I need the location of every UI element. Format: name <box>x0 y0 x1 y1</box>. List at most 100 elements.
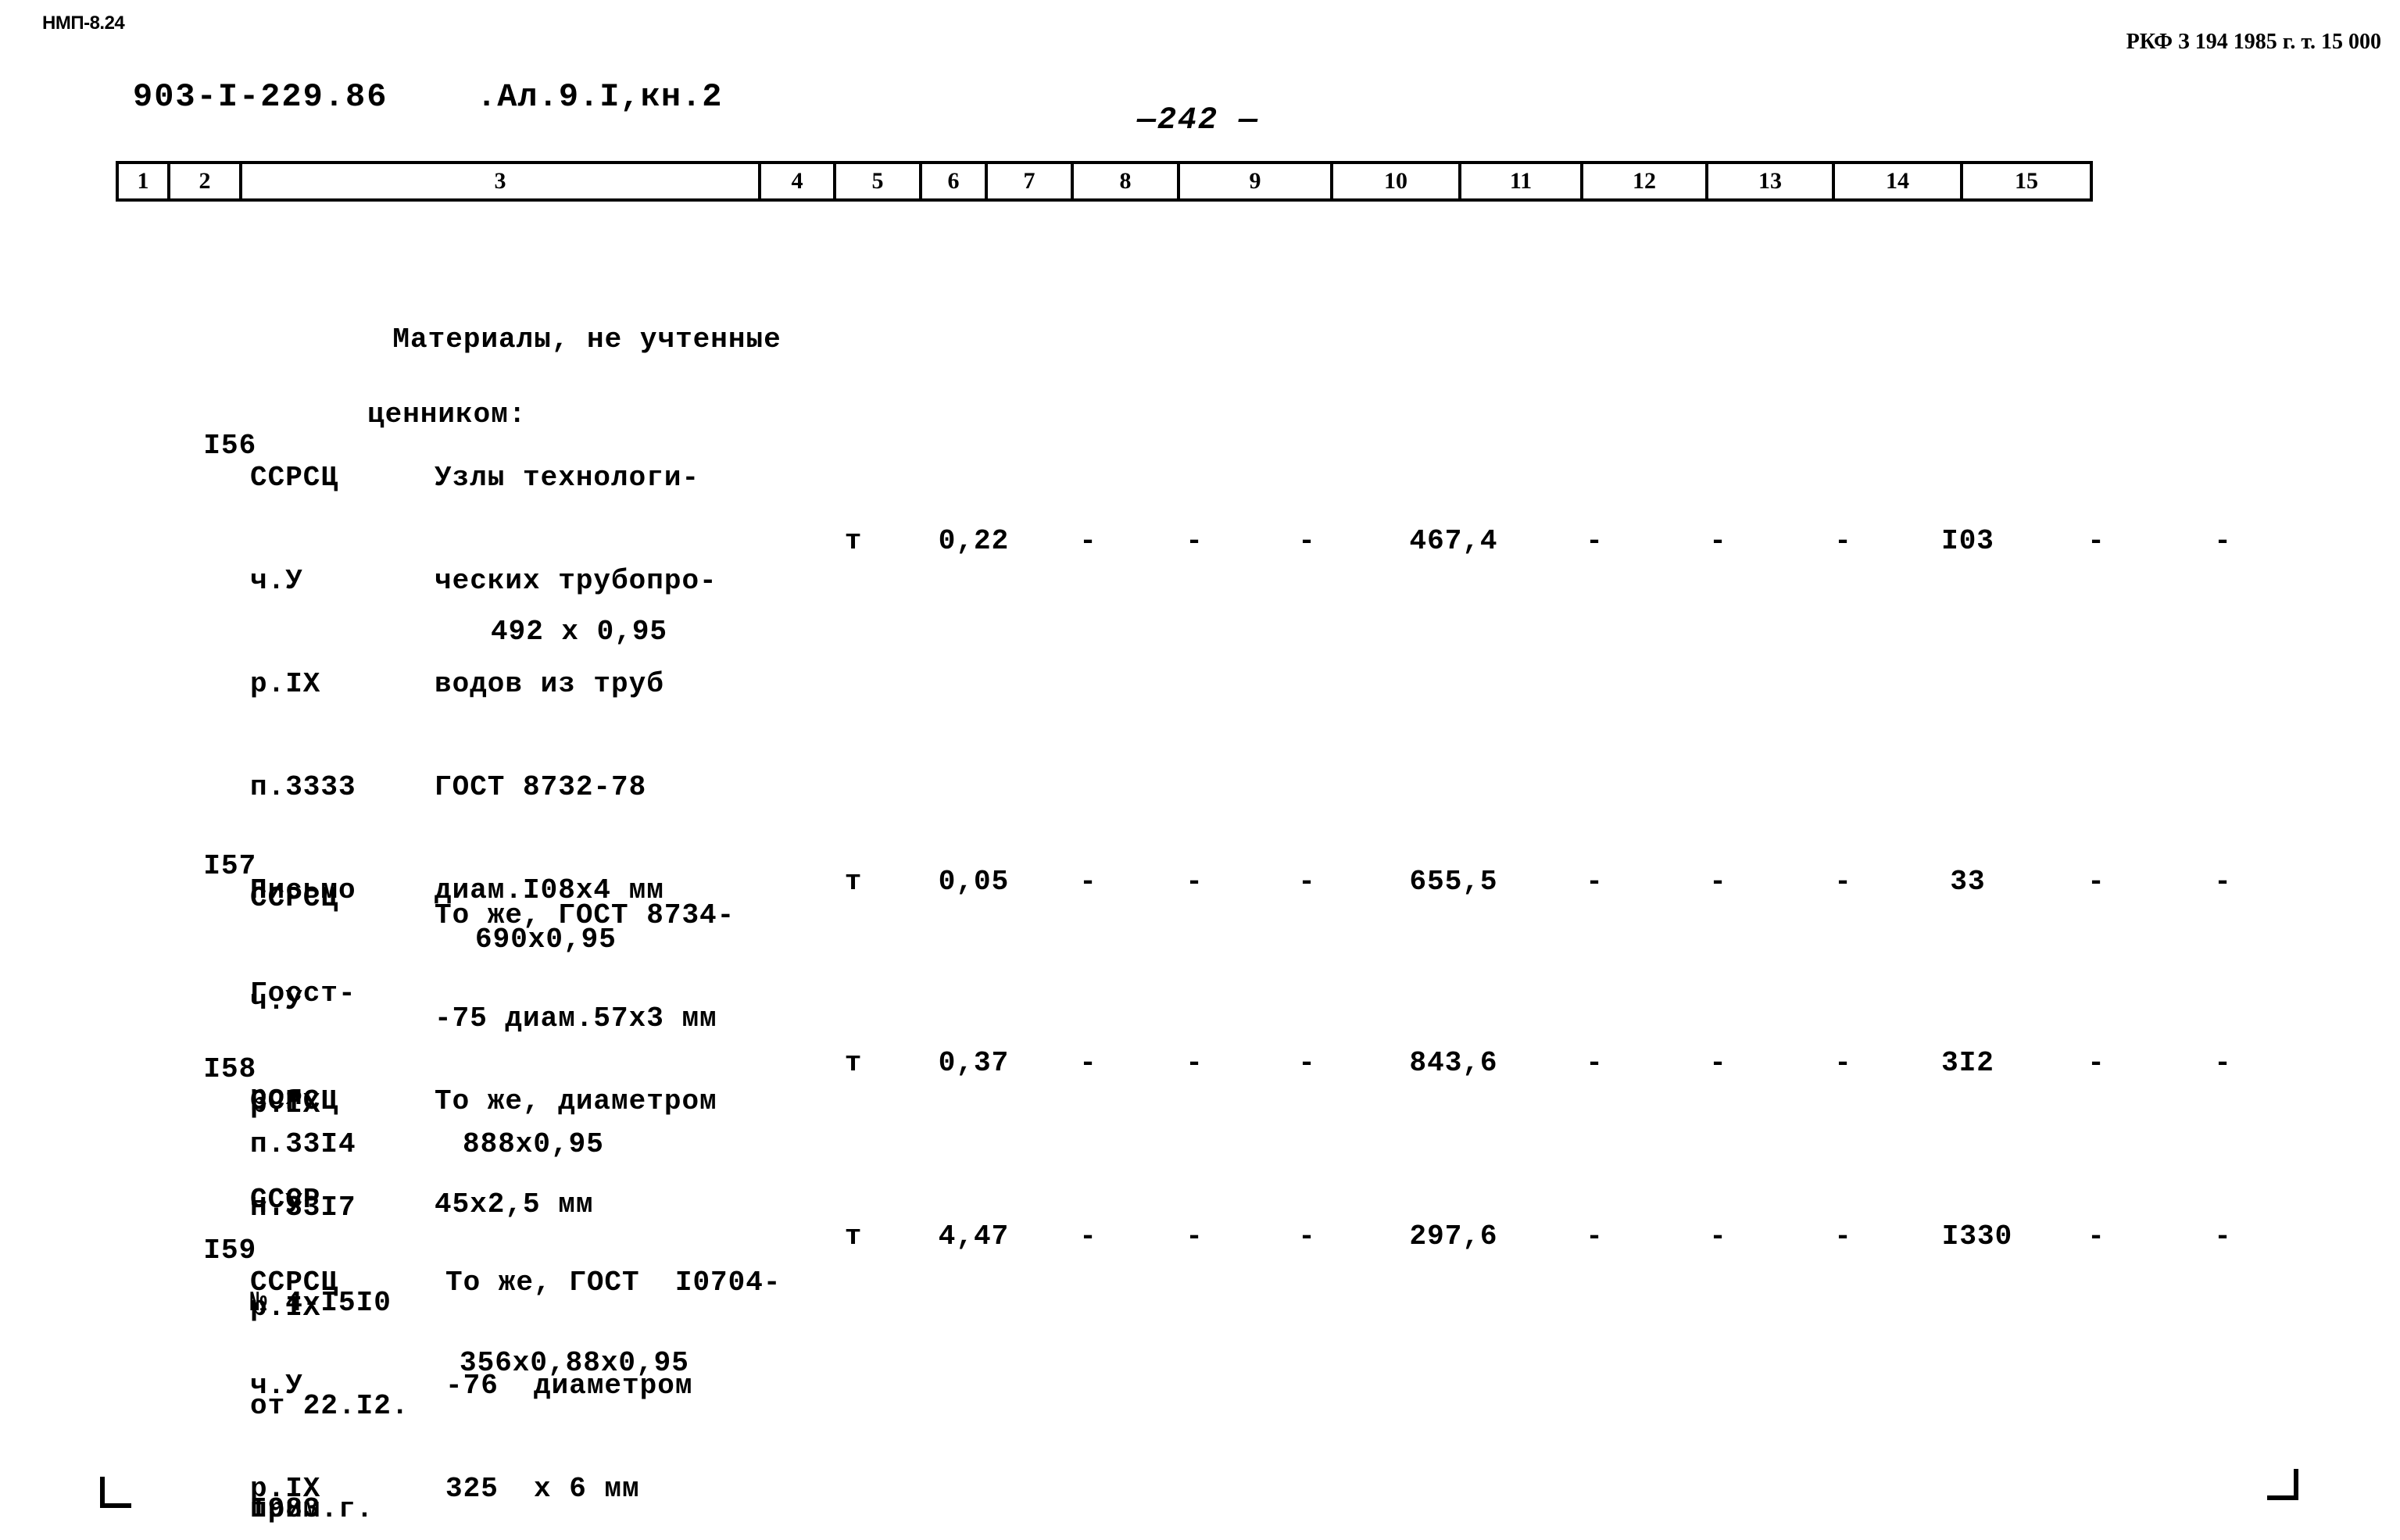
column-header-11: 11 <box>1461 164 1583 198</box>
row-code-line: ССРСЦ <box>250 462 339 494</box>
column-header-4: 4 <box>761 164 836 198</box>
crop-mark-bottom-right <box>2267 1469 2298 1500</box>
row-code-line: п.33I4 <box>250 1128 356 1160</box>
row-code-line: ч.У <box>250 1370 303 1402</box>
row-cell-10: - <box>1586 866 1603 898</box>
row-cell-11: - <box>1709 1220 1726 1252</box>
row-cell-13: I330 <box>1941 1220 2013 1252</box>
row-unit: т <box>844 525 863 557</box>
row-number: I56 <box>203 430 257 462</box>
row-cell-13: I03 <box>1941 525 1994 557</box>
row-code-line: п.3333 <box>250 771 356 803</box>
column-header-5: 5 <box>836 164 922 198</box>
row-number: I58 <box>203 1053 257 1085</box>
column-header-8: 8 <box>1074 164 1180 198</box>
row-cell-11: - <box>1709 1047 1726 1079</box>
column-header-15: 15 <box>2015 168 2038 194</box>
row-code-line: прим. <box>250 1493 339 1525</box>
row-cell-15: - <box>2214 1220 2231 1252</box>
row-cell-13: 3I2 <box>1941 1047 1994 1079</box>
row-cell-8: - <box>1298 1220 1315 1252</box>
row-cell-14: - <box>2087 525 2105 557</box>
row-description-line: водов из труб <box>435 668 664 700</box>
row-cell-13: 33 <box>1950 866 1986 898</box>
row-cell-9: 655,5 <box>1409 866 1498 898</box>
row-cell-12: - <box>1834 866 1851 898</box>
row-cell-14: - <box>2087 1047 2105 1079</box>
document-number: 903-I-229.86 <box>133 78 388 116</box>
column-number-strip: 1 2 3 4 5 6 7 8 9 10 11 12 13 14 15 <box>116 161 2093 202</box>
row-code-line: ССРСЦ <box>250 1267 339 1299</box>
table-row: I59 <box>133 1197 256 1305</box>
column-header-12: 12 <box>1583 164 1708 198</box>
row-cell-11: - <box>1709 525 1726 557</box>
row-cell-9: 843,6 <box>1409 1047 1498 1079</box>
column-header-14: 14 <box>1835 164 1963 198</box>
row-unit: т <box>844 1220 863 1252</box>
column-header-2: 2 <box>170 164 242 198</box>
row-formula: 888х0,95 <box>463 1128 604 1160</box>
row-cell-9: 297,6 <box>1409 1220 1498 1252</box>
row-code-line: ССРСЦ <box>250 882 339 914</box>
row-description-line: ГОСТ 8732-78 <box>435 771 647 803</box>
row-number: I59 <box>203 1235 257 1267</box>
row-quantity: 0,05 <box>938 866 1010 898</box>
row-quantity: 4,47 <box>938 1220 1010 1252</box>
row-code-block-2: прим. п.3 <box>250 1424 338 1540</box>
row-cell-12: - <box>1834 1220 1851 1252</box>
row-number: I57 <box>203 850 257 882</box>
row-code-line: р.IX <box>250 668 321 700</box>
row-cell-10: - <box>1586 1220 1603 1252</box>
row-description-line: То же, диаметром <box>435 1085 717 1117</box>
column-header-10: 10 <box>1333 164 1461 198</box>
row-description-line: ческих трубопро- <box>435 565 717 597</box>
row-cell-6: - <box>1079 1220 1096 1252</box>
row-cell-14: - <box>2087 1220 2105 1252</box>
row-cell-7: - <box>1186 1047 1203 1079</box>
archive-stamp-left: НМП-8.24 <box>42 13 125 34</box>
row-cell-9: 467,4 <box>1409 525 1498 557</box>
row-quantity: 0,22 <box>938 525 1010 557</box>
table-row: I58 <box>133 1016 256 1124</box>
column-header-9: 9 <box>1180 164 1333 198</box>
column-header-3: 3 <box>242 164 761 198</box>
table-row: I56 <box>133 392 256 500</box>
row-unit: т <box>844 1047 863 1079</box>
document-page: НМП-8.24 РКФ З 194 1985 г. т. 15 000 903… <box>0 0 2400 1540</box>
row-cell-6: - <box>1079 1047 1096 1079</box>
row-cell-12: - <box>1834 1047 1851 1079</box>
page-number: —242 — <box>1137 103 1260 138</box>
column-header-13: 13 <box>1708 164 1835 198</box>
row-description-line: Узлы технологи- <box>435 462 700 494</box>
row-unit: т <box>844 866 863 898</box>
row-cell-7: - <box>1186 1220 1203 1252</box>
row-cell-15: - <box>2214 525 2231 557</box>
row-description-line: 325 х 6 мм <box>445 1473 640 1505</box>
row-description-line: То же, ГОСТ I0704- <box>445 1267 782 1299</box>
column-header-7: 7 <box>988 164 1074 198</box>
column-header-6: 6 <box>922 164 988 198</box>
row-cell-6: - <box>1079 866 1096 898</box>
row-cell-8: - <box>1298 1047 1315 1079</box>
column-header-1: 1 <box>119 164 170 198</box>
row-cell-14: - <box>2087 866 2105 898</box>
row-cell-6: - <box>1079 525 1096 557</box>
row-cell-10: - <box>1586 1047 1603 1079</box>
row-code-line: ч.У <box>250 565 303 597</box>
row-formula: 356х0,88х0,95 <box>460 1347 689 1379</box>
row-quantity: 0,37 <box>938 1047 1010 1079</box>
table-row: I57 <box>133 813 256 920</box>
archive-stamp-right: РКФ З 194 1985 г. т. 15 000 <box>2126 30 2381 54</box>
row-cell-8: - <box>1298 525 1315 557</box>
row-cell-15: - <box>2214 1047 2231 1079</box>
row-cell-15: - <box>2214 866 2231 898</box>
row-cell-12: - <box>1834 525 1851 557</box>
row-formula: 492 х 0,95 <box>491 616 668 648</box>
row-cell-7: - <box>1186 866 1203 898</box>
section-title-line1: Материалы, не учтенные <box>392 323 782 356</box>
row-cell-8: - <box>1298 866 1315 898</box>
row-cell-10: - <box>1586 525 1603 557</box>
row-code-line: ч.У <box>250 985 303 1017</box>
row-cell-7: - <box>1186 525 1203 557</box>
document-album: .Ал.9.I,кн.2 <box>477 78 723 116</box>
